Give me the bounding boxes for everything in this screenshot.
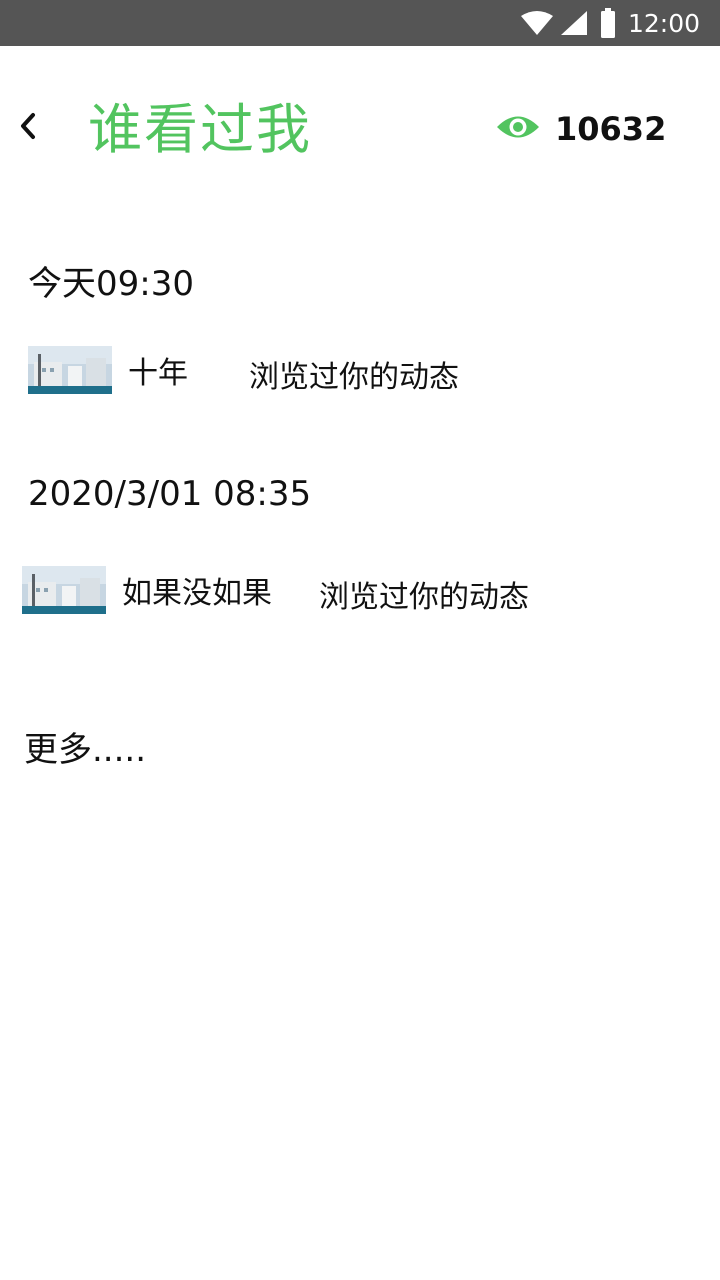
more-link[interactable]: 更多..... xyxy=(24,728,146,772)
status-icons: 12:00 xyxy=(520,0,700,46)
signal-icon xyxy=(560,10,588,36)
visit-date: 2020/3/01 08:35 xyxy=(28,474,312,514)
visit-date: 今天09:30 xyxy=(28,264,194,304)
visitor-row[interactable]: 十年 xyxy=(28,346,188,394)
status-time: 12:00 xyxy=(627,8,700,38)
status-bar: 12:00 xyxy=(0,0,720,46)
avatar xyxy=(28,346,112,394)
page-title: 谁看过我 xyxy=(88,98,312,161)
visitor-name: 十年 xyxy=(128,356,188,391)
eye-icon xyxy=(495,112,541,146)
avatar xyxy=(22,566,106,614)
battery-icon xyxy=(600,8,616,38)
view-count: 10632 xyxy=(555,110,667,148)
header: 谁看过我 10632 xyxy=(0,46,720,216)
chevron-left-icon xyxy=(18,112,38,144)
wifi-icon xyxy=(520,10,554,36)
view-count-badge: 10632 xyxy=(495,108,666,150)
visitor-row[interactable]: 如果没如果 xyxy=(22,566,272,614)
back-button[interactable] xyxy=(8,108,48,148)
visit-action: 浏览过你的动态 xyxy=(249,360,459,395)
visitor-name: 如果没如果 xyxy=(122,576,272,611)
visit-action: 浏览过你的动态 xyxy=(319,580,529,615)
